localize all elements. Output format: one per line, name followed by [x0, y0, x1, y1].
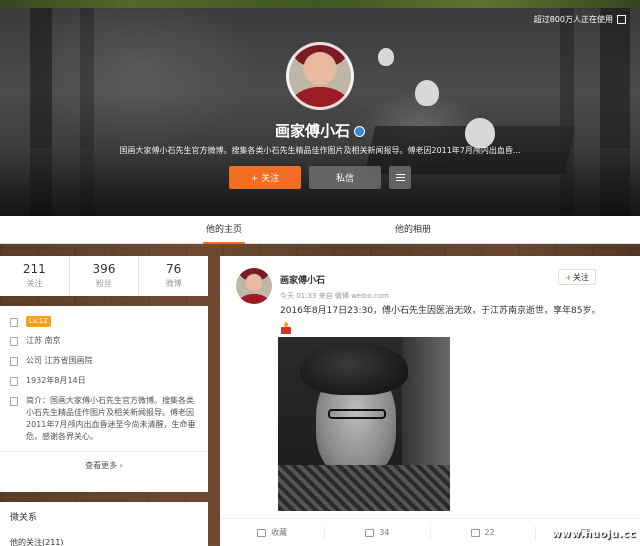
verified-icon [354, 126, 365, 137]
info-level: Lv.12 [10, 316, 198, 327]
post-meta: 今天 01:33 来自 微博 weibo.com [280, 292, 389, 300]
profile-tabbar: 他的主页 他的相册 [0, 216, 640, 244]
candle-emoji-icon [280, 322, 292, 334]
info-bio: 简介：国画大家傅小石先生官方微博。搜集各类小石先生精品佳作图片及相关新闻报导。傅… [10, 395, 198, 443]
post-author[interactable]: 画家傅小石 [280, 273, 325, 286]
stat-following[interactable]: 211 关注 [0, 256, 70, 296]
post-text: 2016年8月17日23:30，傅小石先生因医治无效，于江苏南京逝世，享年85岁… [280, 306, 601, 316]
post-card: 画家傅小石 今天 01:33 来自 微博 weibo.com + 关注 2016年… [220, 256, 640, 546]
stat-followers[interactable]: 396 粉丝 [70, 256, 140, 296]
comment-action[interactable]: 22 [431, 525, 536, 540]
repost-action[interactable]: 34 [325, 525, 431, 540]
plus-icon: + [565, 272, 572, 282]
profile-name-row: 画家傅小石 [0, 120, 640, 141]
usage-text: 超过800万人正在使用 [533, 15, 613, 24]
briefcase-icon [10, 357, 18, 366]
stat-followers-count: 396 [92, 262, 116, 276]
star-icon [257, 528, 267, 537]
cake-icon [10, 377, 18, 386]
stat-posts-label: 微博 [165, 279, 182, 288]
info-birthday: 1932年8月14日 [10, 375, 198, 387]
stat-posts[interactable]: 76 微博 [139, 256, 208, 296]
comment-icon [470, 528, 480, 537]
level-badge[interactable]: Lv.12 [26, 316, 51, 327]
profile-info-panel: Lv.12 江苏 南京 公司 江苏省国画院 1932年8月14日 简介：国画大家… [0, 306, 208, 492]
location-text: 江苏 南京 [26, 336, 61, 345]
profile-avatar[interactable] [286, 42, 354, 110]
following-link[interactable]: 他的关注(211) [10, 537, 198, 546]
stat-following-count: 211 [22, 262, 46, 276]
location-icon [10, 337, 18, 346]
stat-posts-count: 76 [166, 262, 182, 276]
tab-home[interactable]: 他的主页 [203, 216, 245, 244]
more-menu-button[interactable] [389, 166, 411, 189]
post-photo[interactable] [278, 337, 450, 511]
favorite-label: 收藏 [271, 528, 288, 537]
repost-count: 34 [379, 528, 390, 537]
usage-notice: 超过800万人正在使用 [534, 14, 626, 25]
tab-album[interactable]: 他的相册 [395, 216, 431, 244]
view-more-link[interactable]: 查看更多 › [10, 452, 198, 471]
relations-title: 微关系 [10, 513, 38, 523]
info-company: 公司 江苏省国画院 [10, 355, 198, 367]
stat-following-label: 关注 [26, 279, 43, 288]
info-location: 江苏 南京 [10, 335, 198, 347]
document-icon [10, 397, 18, 406]
stat-followers-label: 粉丝 [96, 279, 112, 288]
window-icon[interactable] [617, 15, 626, 24]
bio-text: 简介：国画大家傅小石先生官方微博。搜集各类小石先生精品佳作图片及相关新闻报导。傅… [26, 396, 196, 441]
post-follow-label: 关注 [572, 272, 589, 282]
post-follow-button[interactable]: + 关注 [558, 269, 596, 285]
message-button[interactable]: 私信 [309, 166, 381, 189]
follow-button[interactable]: + 关注 [229, 166, 301, 189]
birthday-text: 1932年8月14日 [26, 376, 86, 385]
share-icon [365, 528, 375, 537]
favorite-action[interactable]: 收藏 [220, 525, 326, 540]
comment-count: 22 [484, 528, 495, 537]
site-watermark: www.huoju.cc [551, 529, 636, 540]
profile-description: 国画大家傅小石先生官方微博。搜集各类小石先生精品佳作图片及相关新闻报导。傅老因2… [119, 146, 521, 155]
profile-stats: 211 关注 396 粉丝 76 微博 [0, 256, 208, 296]
crown-icon [10, 318, 18, 327]
company-text: 公司 江苏省国画院 [26, 356, 93, 365]
menu-icon [395, 174, 405, 175]
profile-actions: + 关注 私信 [229, 166, 411, 189]
profile-name: 画家傅小石 [274, 122, 350, 140]
post-avatar[interactable] [236, 268, 272, 304]
relations-panel: 微关系 他的关注(211) [0, 502, 208, 546]
